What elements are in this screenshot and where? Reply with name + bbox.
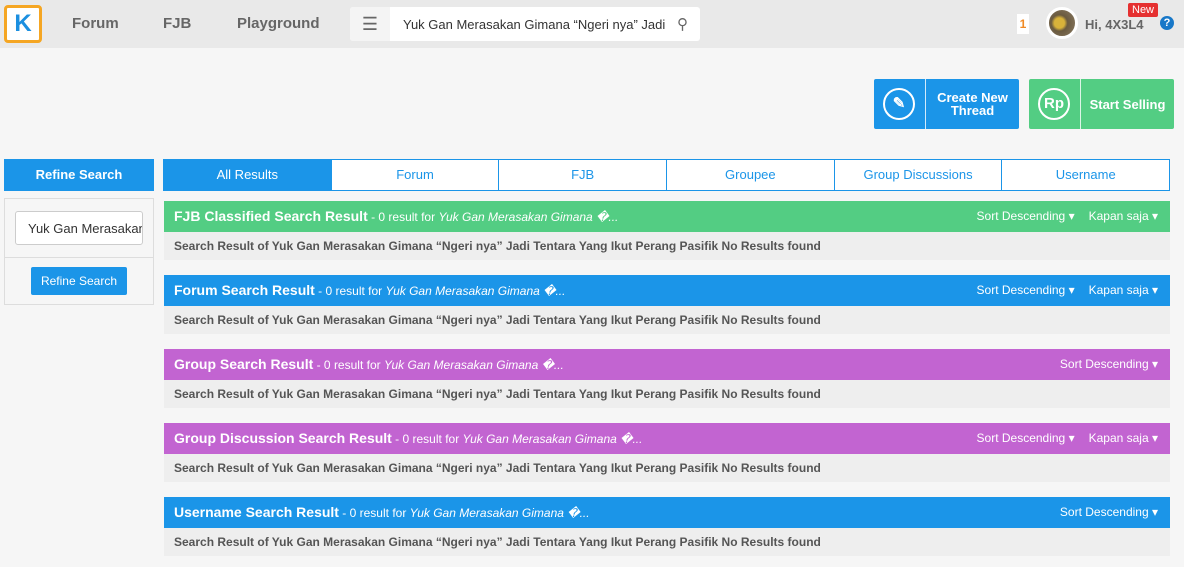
sort-dropdown[interactable]: Sort Descending ▾ [977,431,1075,445]
result-summary: - 0 result for [313,358,384,372]
section-title: Group Search Result [174,356,314,372]
section-body: Search Result of Yuk Gan Merasakan Giman… [164,454,1170,482]
search-icon[interactable]: ⚲ [677,15,688,33]
create-thread-button[interactable]: ✎ Create New Thread [874,79,1019,129]
result-summary: - 0 result for [314,284,386,298]
tab-forum[interactable]: Forum [330,159,500,191]
top-header: K Forum FJB Playground ☰ Yuk Gan Merasak… [0,0,1184,48]
section-title: Username Search Result [174,504,339,520]
refine-search-panel: Yuk Gan Merasakan Gimana Refine Search [4,198,154,305]
username-result-section: Username Search Result - 0 result for Yu… [164,497,1170,556]
tab-all-results[interactable]: All Results [163,159,332,191]
sort-dropdown[interactable]: Sort Descending ▾ [1060,505,1158,519]
refine-search-button[interactable]: Refine Search [31,267,127,295]
nav-playground[interactable]: Playground [237,15,320,32]
sort-dropdown[interactable]: Sort Descending ▾ [1060,357,1158,371]
section-title: Group Discussion Search Result [174,430,392,446]
result-summary: - 0 result for [367,210,439,224]
section-header: Group Search Result - 0 result for Yuk G… [164,349,1170,380]
time-dropdown[interactable]: Kapan saja ▾ [1089,283,1158,297]
section-title: Forum Search Result [174,282,315,298]
user-greeting[interactable]: Hi, 4X3L4 [1085,17,1144,32]
notification-count[interactable]: 1 [1017,14,1029,34]
rupiah-icon: Rp [1038,88,1070,120]
result-query: Yuk Gan Merasakan Gimana �... [438,210,619,224]
tab-groupee[interactable]: Groupee [666,159,835,191]
forum-result-section: Forum Search Result - 0 result for Yuk G… [164,275,1170,334]
section-body: Search Result of Yuk Gan Merasakan Giman… [164,306,1170,334]
create-thread-label: Create New Thread [937,90,1008,118]
time-dropdown[interactable]: Kapan saja ▾ [1089,209,1158,223]
section-header: Group Discussion Search Result - 0 resul… [164,423,1170,454]
divider [5,257,153,258]
new-badge: New [1128,3,1159,17]
section-body: Search Result of Yuk Gan Merasakan Giman… [164,232,1170,260]
search-box: ☰ Yuk Gan Merasakan Gimana “Ngeri nya” J… [350,7,700,41]
help-icon[interactable]: ? [1160,16,1174,30]
sort-dropdown[interactable]: Sort Descending ▾ [977,283,1075,297]
nav-forum[interactable]: Forum [72,15,119,32]
refine-search-heading: Refine Search [4,159,154,191]
refine-search-input[interactable]: Yuk Gan Merasakan Gimana [15,211,143,245]
search-input[interactable]: Yuk Gan Merasakan Gimana “Ngeri nya” Jad… [403,17,665,32]
tab-username[interactable]: Username [1001,159,1171,191]
fjb-result-section: FJB Classified Search Result - 0 result … [164,201,1170,260]
group-result-section: Group Search Result - 0 result for Yuk G… [164,349,1170,408]
result-tabs: All Results Forum FJB Groupee Group Disc… [163,159,1171,191]
section-header: Username Search Result - 0 result for Yu… [164,497,1170,528]
result-query: Yuk Gan Merasakan Gimana �... [462,432,643,446]
result-query: Yuk Gan Merasakan Gimana �... [385,284,566,298]
start-selling-button[interactable]: Rp Start Selling [1029,79,1174,129]
tab-group-discussions[interactable]: Group Discussions [833,159,1003,191]
result-query: Yuk Gan Merasakan Gimana �... [383,358,564,372]
section-body: Search Result of Yuk Gan Merasakan Giman… [164,380,1170,408]
result-query: Yuk Gan Merasakan Gimana �... [409,506,590,520]
kaskus-logo[interactable]: K [4,5,42,43]
section-header: Forum Search Result - 0 result for Yuk G… [164,275,1170,306]
section-header: FJB Classified Search Result - 0 result … [164,201,1170,232]
sort-dropdown[interactable]: Sort Descending ▾ [977,209,1075,223]
hamburger-menu-icon[interactable]: ☰ [350,7,390,41]
result-summary: - 0 result for [338,506,410,520]
time-dropdown[interactable]: Kapan saja ▾ [1089,431,1158,445]
nav-fjb[interactable]: FJB [163,15,191,32]
section-title: FJB Classified Search Result [174,208,368,224]
result-summary: - 0 result for [391,432,463,446]
avatar[interactable] [1046,7,1078,39]
pencil-icon: ✎ [883,88,915,120]
tab-fjb[interactable]: FJB [498,159,668,191]
section-body: Search Result of Yuk Gan Merasakan Giman… [164,528,1170,556]
start-selling-label: Start Selling [1089,96,1166,112]
group-discussion-result-section: Group Discussion Search Result - 0 resul… [164,423,1170,482]
